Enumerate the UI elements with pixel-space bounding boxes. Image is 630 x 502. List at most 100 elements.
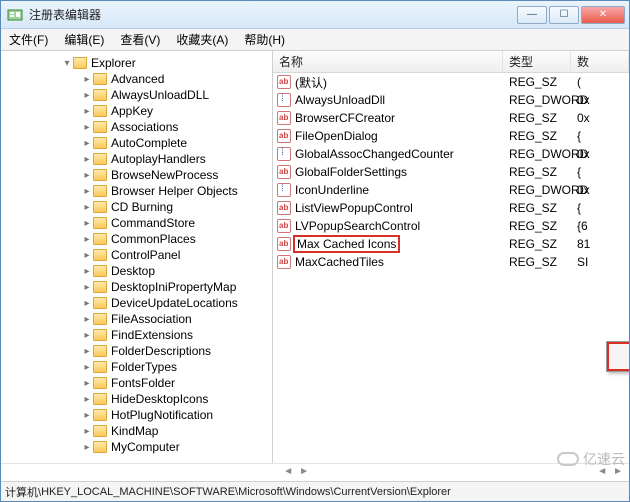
value-row[interactable]: BrowserCFCreatorREG_SZ0x bbox=[273, 109, 629, 127]
string-value-icon bbox=[277, 165, 291, 179]
folder-icon bbox=[93, 329, 107, 341]
expand-icon[interactable]: ▸ bbox=[81, 218, 93, 229]
value-data: SI bbox=[571, 255, 629, 269]
expand-icon[interactable]: ▸ bbox=[81, 362, 93, 373]
tree-pane[interactable]: ▾Explorer▸Advanced▸AlwaysUnloadDLL▸AppKe… bbox=[1, 51, 273, 463]
tree-item[interactable]: ▸AutoComplete bbox=[3, 135, 272, 151]
expand-icon[interactable]: ▸ bbox=[81, 378, 93, 389]
menu-fav[interactable]: 收藏夹(A) bbox=[168, 29, 236, 50]
value-name: LVPopupSearchControl bbox=[295, 219, 420, 233]
tree-item[interactable]: ▸FontsFolder bbox=[3, 375, 272, 391]
tree-item[interactable]: ▸DesktopIniPropertyMap bbox=[3, 279, 272, 295]
tree-item[interactable]: ▸KindMap bbox=[3, 423, 272, 439]
maximize-button[interactable]: ☐ bbox=[549, 6, 579, 24]
value-data: 81 bbox=[571, 237, 629, 251]
col-type[interactable]: 类型 bbox=[503, 51, 571, 72]
tree-item[interactable]: ▸AlwaysUnloadDLL bbox=[3, 87, 272, 103]
tree-item[interactable]: ▸ ControlPanel bbox=[3, 247, 272, 263]
expand-icon[interactable]: ▸ bbox=[81, 282, 93, 293]
value-name: ListViewPopupControl bbox=[295, 201, 413, 215]
tree-item[interactable]: ▸Advanced bbox=[3, 71, 272, 87]
tree-item[interactable]: ▸AppKey bbox=[3, 103, 272, 119]
expand-icon[interactable]: ▸ bbox=[81, 170, 93, 181]
expand-icon[interactable]: ▸ bbox=[81, 314, 93, 325]
tree-item[interactable]: ▸ FindExtensions bbox=[3, 327, 272, 343]
expand-icon[interactable]: ▸ bbox=[81, 90, 93, 101]
regedit-window: 注册表编辑器 — ☐ ✕ 文件(F) 编辑(E) 查看(V) 收藏夹(A) 帮助… bbox=[0, 0, 630, 502]
folder-icon bbox=[93, 169, 107, 181]
col-data[interactable]: 数 bbox=[571, 51, 629, 72]
tree-item[interactable]: ▸BrowseNewProcess bbox=[3, 167, 272, 183]
context-menu-new[interactable]: 新建(N) ▶ bbox=[606, 341, 629, 372]
expand-icon[interactable]: ▸ bbox=[81, 106, 93, 117]
list-pane[interactable]: 名称 类型 数 (默认)REG_SZ(AlwaysUnloadDllREG_DW… bbox=[273, 51, 629, 463]
string-value-icon bbox=[277, 129, 291, 143]
value-row[interactable]: LVPopupSearchControlREG_SZ{6 bbox=[273, 217, 629, 235]
value-row[interactable]: AlwaysUnloadDllREG_DWORD0x bbox=[273, 91, 629, 109]
tree-item[interactable]: ▸Browser Helper Objects bbox=[3, 183, 272, 199]
expand-icon[interactable]: ▸ bbox=[81, 250, 93, 261]
tree-item[interactable]: ▸Desktop bbox=[3, 263, 272, 279]
expand-icon[interactable]: ▸ bbox=[81, 394, 93, 405]
value-row[interactable]: MaxCachedTilesREG_SZSI bbox=[273, 253, 629, 271]
tree-item-label: ControlPanel bbox=[111, 248, 180, 262]
title-bar[interactable]: 注册表编辑器 — ☐ ✕ bbox=[1, 1, 629, 29]
tree-item[interactable]: ▸DeviceUpdateLocations bbox=[3, 295, 272, 311]
tree-item[interactable]: ▸CD Burning bbox=[3, 199, 272, 215]
menu-item-new[interactable]: 新建(N) ▶ bbox=[607, 342, 629, 371]
minimize-button[interactable]: — bbox=[517, 6, 547, 24]
string-value-icon bbox=[277, 255, 291, 269]
tree-item[interactable]: ▸FolderTypes bbox=[3, 359, 272, 375]
expand-icon[interactable]: ▸ bbox=[81, 186, 93, 197]
expand-icon[interactable]: ▸ bbox=[81, 202, 93, 213]
value-row[interactable]: (默认)REG_SZ( bbox=[273, 73, 629, 91]
expand-icon[interactable]: ▸ bbox=[81, 442, 93, 453]
tree-scroll-hint[interactable]: ◄► bbox=[1, 463, 315, 481]
value-row[interactable]: Max Cached IconsREG_SZ81 bbox=[273, 235, 629, 253]
expand-icon[interactable]: ▸ bbox=[81, 266, 93, 277]
value-row[interactable]: ListViewPopupControlREG_SZ{ bbox=[273, 199, 629, 217]
menu-edit[interactable]: 编辑(E) bbox=[56, 29, 112, 50]
tree-item[interactable]: ▸HotPlugNotification bbox=[3, 407, 272, 423]
tree-item[interactable]: ▸Associations bbox=[3, 119, 272, 135]
tree-item[interactable]: ▸CommandStore bbox=[3, 215, 272, 231]
expand-icon[interactable]: ▸ bbox=[81, 234, 93, 245]
value-row[interactable]: FileOpenDialogREG_SZ{ bbox=[273, 127, 629, 145]
folder-icon bbox=[93, 313, 107, 325]
tree-item-label: FileAssociation bbox=[111, 312, 192, 326]
menu-file[interactable]: 文件(F) bbox=[1, 29, 56, 50]
expand-icon[interactable]: ▸ bbox=[81, 426, 93, 437]
close-button[interactable]: ✕ bbox=[581, 6, 625, 24]
expand-icon[interactable]: ▸ bbox=[81, 74, 93, 85]
tree-item-label: FindExtensions bbox=[111, 328, 193, 342]
watermark-text: 亿速云 bbox=[583, 449, 625, 469]
tree-item[interactable]: ▸AutoplayHandlers bbox=[3, 151, 272, 167]
expand-icon[interactable]: ▸ bbox=[81, 410, 93, 421]
value-row[interactable]: GlobalAssocChangedCounterREG_DWORD0x bbox=[273, 145, 629, 163]
folder-icon bbox=[93, 297, 107, 309]
expand-icon[interactable]: ▸ bbox=[81, 298, 93, 309]
expand-icon[interactable]: ▸ bbox=[81, 330, 93, 341]
value-row[interactable]: GlobalFolderSettingsREG_SZ{ bbox=[273, 163, 629, 181]
value-row[interactable]: IconUnderlineREG_DWORD0x bbox=[273, 181, 629, 199]
collapse-icon[interactable]: ▾ bbox=[61, 58, 73, 69]
tree-root[interactable]: ▾Explorer bbox=[3, 55, 272, 71]
expand-icon[interactable]: ▸ bbox=[81, 138, 93, 149]
expand-icon[interactable]: ▸ bbox=[81, 346, 93, 357]
expand-icon[interactable]: ▸ bbox=[81, 122, 93, 133]
tree-item[interactable]: ▸ CommonPlaces bbox=[3, 231, 272, 247]
tree-item[interactable]: ▸ FileAssociation bbox=[3, 311, 272, 327]
value-type: REG_SZ bbox=[503, 75, 571, 89]
tree-item[interactable]: ▸FolderDescriptions bbox=[3, 343, 272, 359]
value-name: BrowserCFCreator bbox=[295, 111, 395, 125]
tree-item-label: CommonPlaces bbox=[111, 232, 196, 246]
menu-help[interactable]: 帮助(H) bbox=[236, 29, 293, 50]
col-name[interactable]: 名称 bbox=[273, 51, 503, 72]
expand-icon[interactable]: ▸ bbox=[81, 154, 93, 165]
tree-item[interactable]: ▸MyComputer bbox=[3, 439, 272, 455]
tree-item[interactable]: ▸HideDesktopIcons bbox=[3, 391, 272, 407]
folder-icon bbox=[93, 185, 107, 197]
main-body: ▾Explorer▸Advanced▸AlwaysUnloadDLL▸AppKe… bbox=[1, 51, 629, 463]
value-type: REG_SZ bbox=[503, 165, 571, 179]
menu-view[interactable]: 查看(V) bbox=[112, 29, 168, 50]
